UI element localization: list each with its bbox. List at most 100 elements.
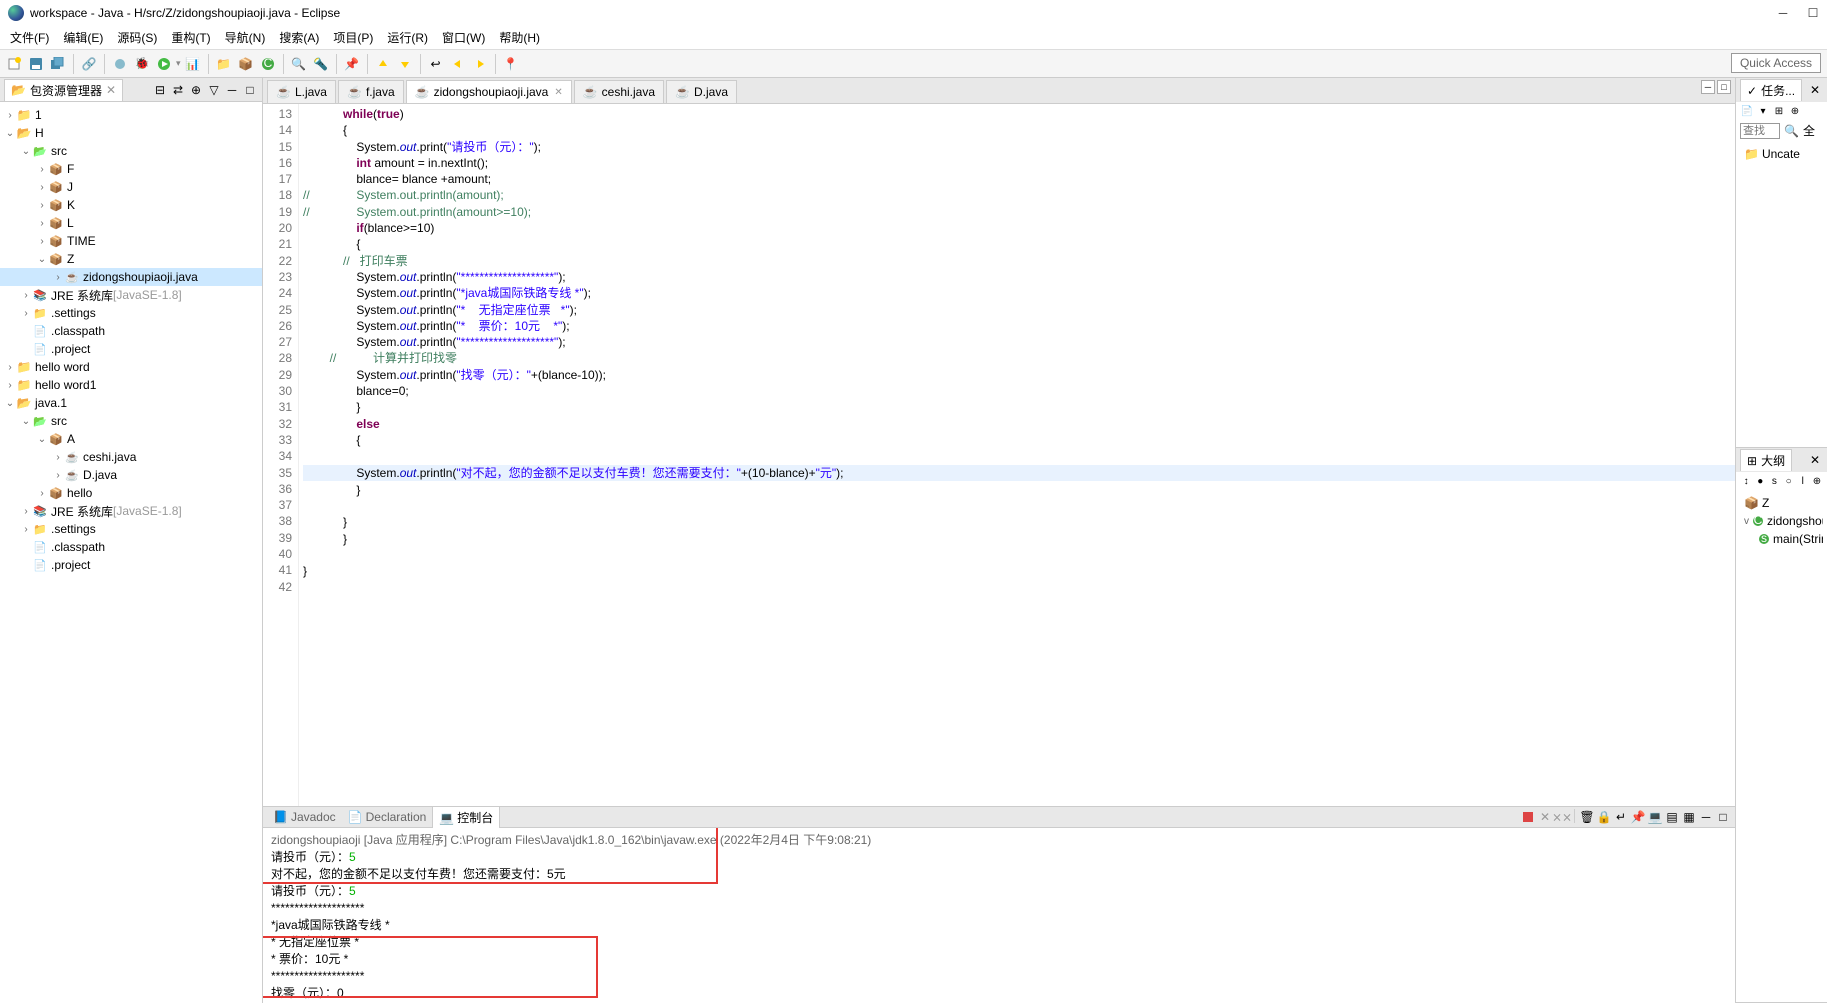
remove-launch-icon[interactable]: ✕ — [1537, 809, 1553, 825]
menu-project[interactable]: 项目(P) — [327, 27, 379, 48]
outline-package[interactable]: 📦 Z — [1740, 494, 1823, 512]
maximize-button[interactable]: ☐ — [1807, 7, 1819, 19]
maximize-editor-icon[interactable]: □ — [1717, 80, 1731, 94]
tree-item-zidongshoupiaoji-java[interactable]: ›zidongshoupiaoji.java — [0, 268, 262, 286]
toggle-breadcrumb-icon[interactable]: 🔗 — [80, 55, 98, 73]
tree-item-ceshi-java[interactable]: ›ceshi.java — [0, 448, 262, 466]
pin-editor-icon[interactable]: 📍 — [502, 55, 520, 73]
editor-tab-D[interactable]: ☕D.java — [666, 80, 737, 103]
tree-item--classpath[interactable]: .classpath — [0, 322, 262, 340]
tasks-close-icon[interactable]: ✕ — [1807, 82, 1823, 98]
tasks-uncategorized[interactable]: 📁 Uncate — [1740, 145, 1823, 163]
editor-tab-L[interactable]: ☕L.java — [267, 80, 336, 103]
tree-item-hello[interactable]: ›hello — [0, 484, 262, 502]
outline-fields-icon[interactable]: ● — [1754, 474, 1766, 488]
tree-item-Z[interactable]: ⌄Z — [0, 250, 262, 268]
display-selected-icon[interactable]: 💻 — [1647, 809, 1663, 825]
minimize-editor-icon[interactable]: ─ — [1701, 80, 1715, 94]
menu-search[interactable]: 搜索(A) — [273, 27, 325, 48]
tree-item--project[interactable]: .project — [0, 556, 262, 574]
new-package-icon[interactable]: 📦 — [237, 55, 255, 73]
outline-tab[interactable]: ⊞ 大纲 — [1740, 449, 1792, 471]
outline-local-icon[interactable]: l — [1797, 474, 1809, 488]
new-console-view-icon[interactable]: ▦ — [1681, 809, 1697, 825]
console-output[interactable]: zidongshoupiaoji [Java 应用程序] C:\Program … — [263, 828, 1735, 1003]
editor-tab-ceshi[interactable]: ☕ceshi.java — [574, 80, 664, 103]
terminate-icon[interactable] — [1520, 809, 1536, 825]
tree-item-src[interactable]: ⌄src — [0, 142, 262, 160]
task-focus-icon[interactable]: ⊕ — [1788, 104, 1802, 118]
menu-window[interactable]: 窗口(W) — [436, 27, 491, 48]
menu-edit[interactable]: 编辑(E) — [57, 27, 109, 48]
menu-source[interactable]: 源码(S) — [111, 27, 163, 48]
clear-console-icon[interactable]: 🗑 — [1579, 809, 1595, 825]
maximize-view-icon[interactable]: □ — [243, 83, 257, 97]
menu-refactor[interactable]: 重构(T) — [165, 27, 216, 48]
tree-item-JRE-----[interactable]: ›JRE 系统库 [JavaSE-1.8] — [0, 286, 262, 304]
outline-public-icon[interactable]: ○ — [1783, 474, 1795, 488]
search-icon[interactable]: 🔍 — [1784, 124, 1799, 138]
tab-declaration[interactable]: 📄Declaration — [342, 806, 433, 828]
tab-javadoc[interactable]: 📘Javadoc — [267, 806, 342, 828]
tasks-all-label[interactable]: 全 — [1803, 122, 1815, 139]
new-class-icon[interactable]: C — [259, 55, 277, 73]
minimize-button[interactable]: ─ — [1777, 7, 1789, 19]
tree-item-hello-word[interactable]: ›hello word — [0, 358, 262, 376]
tree-item-JRE-----[interactable]: ›JRE 系统库 [JavaSE-1.8] — [0, 502, 262, 520]
tree-item-J[interactable]: ›J — [0, 178, 262, 196]
minimize-console-icon[interactable]: ─ — [1698, 809, 1714, 825]
outline-method-main[interactable]: s main(String — [1740, 530, 1823, 548]
tree-item--settings[interactable]: ›.settings — [0, 520, 262, 538]
tree-item--classpath[interactable]: .classpath — [0, 538, 262, 556]
link-editor-icon[interactable]: ⇄ — [171, 83, 185, 97]
minimize-view-icon[interactable]: ─ — [225, 83, 239, 97]
tasks-tab[interactable]: ✓ 任务... — [1740, 79, 1802, 101]
editor-tab-zidongshoupiaoji[interactable]: ☕zidongshoupiaoji.java✕ — [406, 80, 572, 103]
focus-icon[interactable]: ⊕ — [189, 83, 203, 97]
close-icon[interactable]: ✕ — [106, 83, 116, 97]
tree-item-A[interactable]: ⌄A — [0, 430, 262, 448]
remove-all-icon[interactable]: ⨯⨯ — [1554, 809, 1570, 825]
menu-help[interactable]: 帮助(H) — [493, 27, 546, 48]
outline-close-icon[interactable]: ✕ — [1807, 452, 1823, 468]
coverage-icon[interactable]: 📊 — [184, 55, 202, 73]
menu-navigate[interactable]: 导航(N) — [219, 27, 272, 48]
tree-item-1[interactable]: ›1 — [0, 106, 262, 124]
back-icon[interactable] — [449, 55, 467, 73]
menu-run[interactable]: 运行(R) — [381, 27, 434, 48]
tree-item-java-1[interactable]: ⌄java.1 — [0, 394, 262, 412]
new-icon[interactable] — [5, 55, 23, 73]
open-console-icon[interactable]: ▤ — [1664, 809, 1680, 825]
outline-sort-icon[interactable]: ↕ — [1740, 474, 1752, 488]
new-java-project-icon[interactable]: 📁 — [215, 55, 233, 73]
prev-annotation-icon[interactable] — [374, 55, 392, 73]
maximize-console-icon[interactable]: □ — [1715, 809, 1731, 825]
tree-item-F[interactable]: ›F — [0, 160, 262, 178]
next-annotation-icon[interactable] — [396, 55, 414, 73]
menu-file[interactable]: 文件(F) — [4, 27, 55, 48]
close-icon[interactable]: ✕ — [554, 87, 562, 98]
new-task-icon[interactable]: 📄 — [1740, 104, 1754, 118]
pin-console-icon[interactable]: 📌 — [1630, 809, 1646, 825]
last-edit-icon[interactable]: ↩ — [427, 55, 445, 73]
forward-icon[interactable] — [471, 55, 489, 73]
package-explorer-tab[interactable]: 📂 包资源管理器 ✕ — [4, 79, 123, 101]
save-icon[interactable] — [27, 55, 45, 73]
collapse-all-icon[interactable]: ⊟ — [153, 83, 167, 97]
outline-focus-icon[interactable]: ⊕ — [1811, 474, 1823, 488]
tree-item-hello-word1[interactable]: ›hello word1 — [0, 376, 262, 394]
tree-item-H[interactable]: ⌄H — [0, 124, 262, 142]
package-tree[interactable]: ›1⌄H⌄src›F›J›K›L›TIME⌄Z›zidongshoupiaoji… — [0, 102, 262, 1003]
tree-item-K[interactable]: ›K — [0, 196, 262, 214]
open-type-icon[interactable]: 🔍 — [290, 55, 308, 73]
tree-item-src[interactable]: ⌄src — [0, 412, 262, 430]
tree-item--project[interactable]: .project — [0, 340, 262, 358]
view-menu-icon[interactable]: ▽ — [207, 83, 221, 97]
run-icon[interactable] — [155, 55, 173, 73]
debug-icon[interactable]: 🐞 — [133, 55, 151, 73]
task-categorize-icon[interactable]: ⊞ — [1772, 104, 1786, 118]
tree-item-L[interactable]: ›L — [0, 214, 262, 232]
editor-tab-f[interactable]: ☕f.java — [338, 80, 404, 103]
quick-access[interactable]: Quick Access — [1731, 53, 1821, 73]
task-dropdown-icon[interactable]: ▾ — [1756, 104, 1770, 118]
